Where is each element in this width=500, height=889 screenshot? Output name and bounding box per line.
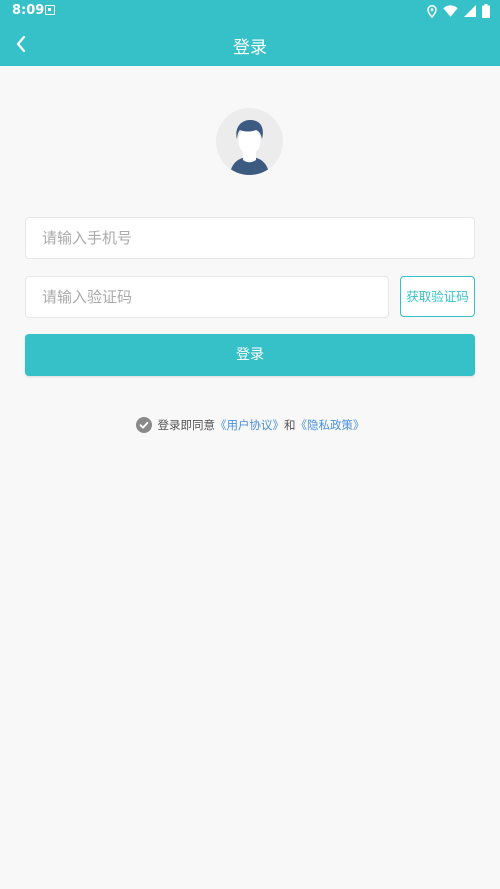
status-time: 8:09: [12, 3, 45, 18]
app-bar: 登录: [0, 22, 500, 66]
user-agreement-link[interactable]: 《用户协议》: [215, 417, 284, 433]
user-avatar-icon: [230, 120, 269, 175]
agreement-prefix: 登录即同意: [157, 418, 216, 432]
privacy-policy-link[interactable]: 《隐私政策》: [296, 417, 365, 433]
agreement-and: 和: [284, 418, 296, 432]
status-icons: [427, 2, 490, 20]
status-bar: 8:09: [0, 0, 500, 22]
page-title: 登录: [233, 38, 267, 58]
get-code-button[interactable]: 获取验证码: [400, 276, 475, 317]
wifi-icon: [443, 5, 458, 17]
avatar: [216, 108, 283, 175]
verification-code-input[interactable]: 请输入验证码: [25, 276, 389, 318]
phone-input[interactable]: 请输入手机号: [25, 217, 475, 259]
location-icon: [427, 4, 437, 18]
battery-icon: [482, 4, 490, 18]
check-icon: [139, 421, 148, 429]
agreement-checkbox[interactable]: [135, 417, 152, 433]
login-button[interactable]: 登录: [25, 334, 475, 376]
image-notification-icon: [45, 5, 55, 15]
signal-icon: [464, 5, 476, 17]
agreement-row: 登录即同意 《用户协议》 和 《隐私政策》: [0, 416, 500, 434]
